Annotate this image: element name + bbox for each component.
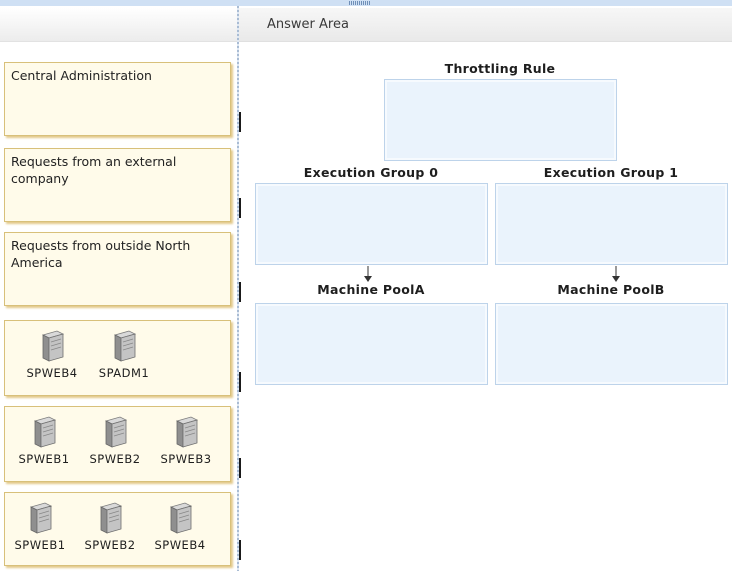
- answer-area-title: Answer Area: [267, 17, 349, 32]
- server-label: SPWEB1: [14, 538, 66, 552]
- server-item: SPWEB4: [147, 501, 213, 552]
- machine-pool-a-label: Machine PoolA: [317, 282, 425, 297]
- execution-group-0-drop-zone[interactable]: [255, 183, 488, 265]
- server-item: SPWEB2: [82, 415, 148, 466]
- tile-requests-outside-north-america[interactable]: Requests from outside North America: [4, 232, 231, 306]
- tile-central-administration[interactable]: Central Administration: [4, 62, 231, 136]
- tile-label: Central Administration: [11, 68, 152, 83]
- tile-tick: [239, 540, 241, 560]
- server-icon: [29, 502, 53, 534]
- tile-requests-external-company[interactable]: Requests from an external company: [4, 148, 231, 222]
- execution-group-1-drop-zone[interactable]: [495, 183, 728, 265]
- tile-tick: [239, 112, 241, 132]
- server-icon: [99, 502, 123, 534]
- tile-label: Requests from outside North America: [11, 238, 191, 270]
- machine-pool-b-drop-zone[interactable]: [495, 303, 728, 385]
- tile-tick: [239, 198, 241, 218]
- server-icon: [169, 502, 193, 534]
- tile-tick: [239, 372, 241, 392]
- server-label: SPADM1: [98, 366, 150, 380]
- throttling-rule-drop-zone[interactable]: [384, 79, 617, 161]
- top-strip: [0, 0, 732, 6]
- server-label: SPWEB2: [89, 452, 141, 466]
- answer-area-header: Answer Area: [239, 8, 732, 42]
- server-label: SPWEB1: [18, 452, 70, 466]
- server-item: SPWEB2: [77, 501, 143, 552]
- tile-label: Requests from an external company: [11, 154, 177, 186]
- server-icon: [175, 416, 199, 448]
- server-icon: [113, 330, 137, 362]
- server-item: SPWEB3: [153, 415, 219, 466]
- tile-tick: [239, 458, 241, 478]
- server-label: SPWEB3: [160, 452, 212, 466]
- execution-group-0-label: Execution Group 0: [303, 165, 439, 180]
- machine-pool-a-drop-zone[interactable]: [255, 303, 488, 385]
- tile-tick: [239, 282, 241, 302]
- tile-servers-spweb1-spweb2-spweb4[interactable]: SPWEB1 SPWEB2 SPWEB4: [4, 492, 231, 566]
- execution-group-1-label: Execution Group 1: [543, 165, 679, 180]
- tile-servers-spweb1-spweb2-spweb3[interactable]: SPWEB1 SPWEB2 SPWEB3: [4, 406, 231, 482]
- choices-header: [0, 8, 237, 42]
- server-icon: [33, 416, 57, 448]
- throttling-rule-label: Throttling Rule: [444, 61, 556, 76]
- server-icon: [41, 330, 65, 362]
- server-label: SPWEB2: [84, 538, 136, 552]
- server-item: SPWEB1: [11, 415, 77, 466]
- arrow-down-icon: [364, 266, 372, 282]
- machine-pool-b-label: Machine PoolB: [557, 282, 665, 297]
- server-label: SPWEB4: [154, 538, 206, 552]
- drag-grip-icon[interactable]: [349, 1, 371, 5]
- server-item: SPADM1: [91, 329, 157, 380]
- arrow-down-icon: [612, 266, 620, 282]
- server-icon: [104, 416, 128, 448]
- server-label: SPWEB4: [26, 366, 78, 380]
- server-item: SPWEB1: [7, 501, 73, 552]
- tile-servers-spweb4-spadm1[interactable]: SPWEB4 SPADM1: [4, 320, 231, 396]
- server-item: SPWEB4: [19, 329, 85, 380]
